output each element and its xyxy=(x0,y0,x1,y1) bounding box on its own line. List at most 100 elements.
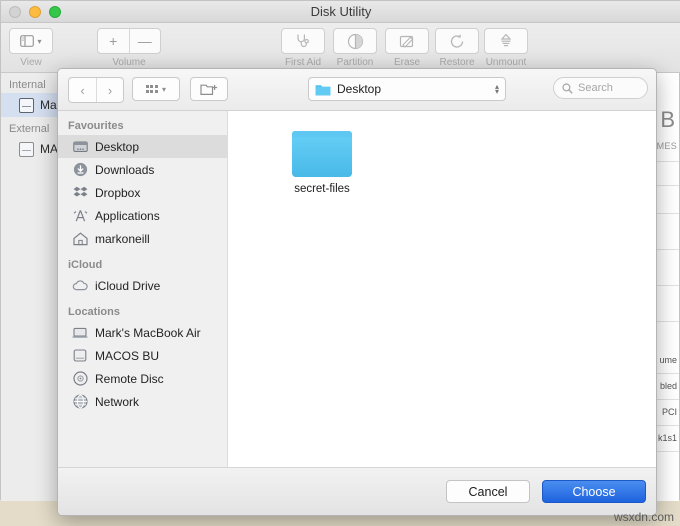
sidebar-item-desktop[interactable]: Desktop xyxy=(58,135,227,158)
forward-button[interactable]: › xyxy=(96,78,123,102)
sidebar-item-home[interactable]: markoneill xyxy=(58,227,227,250)
cloud-icon xyxy=(72,278,88,294)
add-volume-button[interactable]: + xyxy=(98,29,129,53)
view-label: View xyxy=(20,57,42,68)
sidebar-item-label: iCloud Drive xyxy=(95,278,161,293)
sidebar-item-macos-bu[interactable]: MACOS BU xyxy=(58,344,227,367)
erase-label: Erase xyxy=(393,57,421,68)
sidebar-item-label: Desktop xyxy=(95,139,140,154)
harddrive-icon xyxy=(19,141,34,157)
home-icon xyxy=(72,231,88,247)
dialog-sidebar: Favourites Desktop Downloads Dropbox App… xyxy=(58,111,228,467)
window-titlebar: Disk Utility xyxy=(1,1,680,23)
file-item-label: secret-files xyxy=(294,183,350,195)
partition-button-face xyxy=(333,28,377,54)
disk-info-row: PCI xyxy=(661,407,677,417)
laptop-icon xyxy=(72,325,88,341)
dialog-toolbar: ‹ › ▾ Desktop ▴ ▾ Search xyxy=(58,69,656,111)
new-folder-icon xyxy=(200,84,218,95)
globe-icon xyxy=(72,394,88,410)
first-aid-label: First Aid xyxy=(284,57,322,68)
folder-icon xyxy=(292,131,352,177)
first-aid-button-face xyxy=(281,28,325,54)
view-button-group[interactable]: ▾ View xyxy=(9,28,53,68)
watermark: wsxdn.com xyxy=(613,510,674,524)
partition-label: Partition xyxy=(336,57,374,68)
disk-info-row: bled xyxy=(659,381,677,391)
sidebar-section-icloud: iCloud xyxy=(68,259,103,271)
disk-item-label: Ma xyxy=(40,98,57,112)
sidebar-item-label: Dropbox xyxy=(95,185,141,200)
disk-item-label: MA xyxy=(40,142,58,156)
disk-info-row: ume xyxy=(659,355,677,365)
sidebar-item-remote-disc[interactable]: Remote Disc xyxy=(58,367,227,390)
disk-utility-toolbar: ▾ View + — Volume First Aid Partition Er… xyxy=(1,23,680,73)
sidebar-item-icloud-drive[interactable]: iCloud Drive xyxy=(58,274,227,297)
sidebar-item-label: Network xyxy=(95,394,140,409)
view-button[interactable]: ▾ xyxy=(9,28,53,54)
unmount-button-face xyxy=(484,28,528,54)
restore-label: Restore xyxy=(439,57,475,68)
grid-view-icon xyxy=(145,85,158,93)
volume-button-group[interactable]: + — Volume xyxy=(97,28,161,68)
desktop-icon xyxy=(72,139,88,155)
sidebar-item-dropbox[interactable]: Dropbox xyxy=(58,181,227,204)
downloads-icon xyxy=(72,162,88,178)
sidebar-item-network[interactable]: Network xyxy=(58,390,227,413)
applications-icon xyxy=(72,208,88,224)
erase-icon xyxy=(399,35,413,48)
page-title: Disk Utility xyxy=(310,4,372,19)
unmount-button[interactable]: Unmount xyxy=(480,28,532,68)
folder-icon xyxy=(315,84,331,95)
sidebar-item-label: Downloads xyxy=(95,162,155,177)
sidebar-section-locations: Locations xyxy=(68,306,120,318)
disk-info-row: k1s1 xyxy=(657,433,677,443)
remove-volume-button[interactable]: — xyxy=(128,29,161,53)
sidebar-item-label: markoneill xyxy=(95,231,150,246)
restore-icon xyxy=(450,34,463,48)
unmount-label: Unmount xyxy=(485,57,527,68)
sidebar-item-label: Remote Disc xyxy=(95,371,164,386)
erase-button-face xyxy=(385,28,429,54)
volume-buttons[interactable]: + — xyxy=(97,28,161,54)
search-field[interactable]: Search xyxy=(553,77,648,99)
chevron-down-icon: ▾ xyxy=(37,36,42,46)
sidebar-item-label: Mark's MacBook Air xyxy=(95,325,201,340)
disc-icon xyxy=(72,371,88,387)
dialog-footer: Cancel Choose xyxy=(58,467,656,515)
sidebar-icon xyxy=(20,35,35,47)
new-folder-button[interactable] xyxy=(190,77,228,101)
sidebar-item-macbook-air[interactable]: Mark's MacBook Air xyxy=(58,321,227,344)
chevron-updown-icon: ▴ ▾ xyxy=(494,82,499,96)
volume-label: Volume xyxy=(112,57,146,68)
file-item-folder[interactable]: secret-files xyxy=(274,131,370,195)
file-browser-area[interactable]: secret-files xyxy=(228,111,656,467)
sidebar-item-label: MACOS BU xyxy=(95,348,160,363)
disk-capacity-heading: B xyxy=(660,107,675,132)
harddrive-icon xyxy=(19,97,34,113)
sidebar-item-downloads[interactable]: Downloads xyxy=(58,158,227,181)
chevron-down-icon: ▾ xyxy=(161,84,166,94)
restore-button-face xyxy=(435,28,479,54)
eject-icon xyxy=(500,33,512,46)
sidebar-item-applications[interactable]: Applications xyxy=(58,204,227,227)
dropbox-icon xyxy=(72,185,88,201)
harddrive-icon xyxy=(72,348,88,364)
back-button[interactable]: ‹ xyxy=(69,78,96,102)
file-chooser-dialog: ‹ › ▾ Desktop ▴ ▾ Search Favourites Desk… xyxy=(57,68,657,516)
stethoscope-icon xyxy=(296,34,309,48)
search-placeholder: Search xyxy=(578,82,613,94)
first-aid-button[interactable]: First Aid xyxy=(277,28,329,68)
erase-button[interactable]: Erase xyxy=(381,28,433,68)
sidebar-section-favourites: Favourites xyxy=(68,120,124,132)
partition-button[interactable]: Partition xyxy=(329,28,381,68)
path-popup-button[interactable]: Desktop ▴ ▾ xyxy=(308,77,506,101)
path-popup-label: Desktop xyxy=(337,82,382,96)
restore-button[interactable]: Restore xyxy=(431,28,483,68)
navigation-buttons: ‹ › xyxy=(68,77,124,103)
choose-button[interactable]: Choose xyxy=(542,480,646,503)
sidebar-item-label: Applications xyxy=(95,208,160,223)
cancel-button[interactable]: Cancel xyxy=(446,480,530,503)
pie-chart-icon xyxy=(347,33,363,49)
view-mode-button[interactable]: ▾ xyxy=(132,77,180,101)
